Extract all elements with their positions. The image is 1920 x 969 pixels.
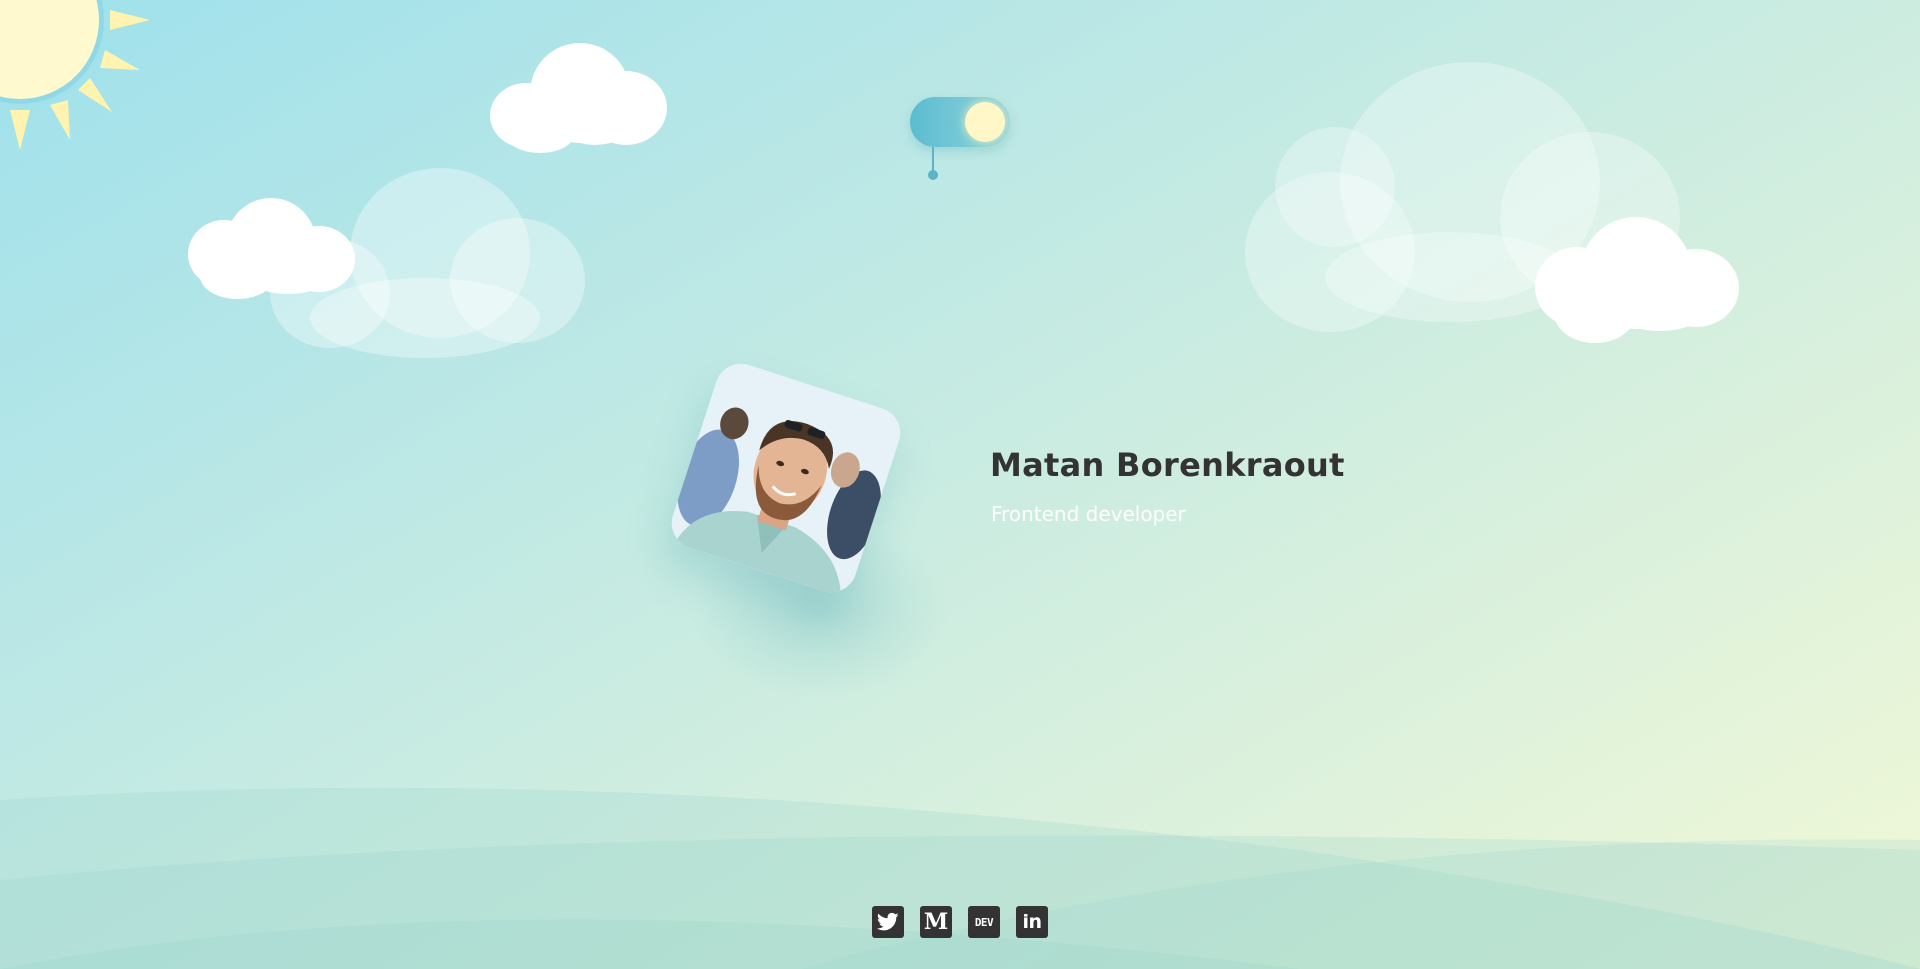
- linkedin-link[interactable]: in: [1016, 906, 1048, 938]
- profile-name: Matan Borenkraout: [990, 446, 1345, 484]
- dev-icon: DEV: [974, 915, 994, 929]
- sun-icon: [0, 0, 150, 150]
- social-links: M DEV in: [872, 906, 1048, 938]
- medium-link[interactable]: M: [920, 906, 952, 938]
- dev-link[interactable]: DEV: [968, 906, 1000, 938]
- cloud: [1535, 217, 1740, 345]
- linkedin-icon: in: [1022, 911, 1042, 933]
- sun-knob-icon: [965, 102, 1005, 142]
- twitter-link[interactable]: [872, 906, 904, 938]
- hills: [0, 787, 1920, 969]
- twitter-icon: [877, 912, 899, 931]
- sky-background: Matan Borenkraout Frontend developer M D…: [0, 0, 1920, 969]
- toggle-bead: [928, 170, 938, 180]
- profile-role: Frontend developer: [991, 502, 1186, 526]
- cloud: [490, 43, 670, 153]
- cloud: [188, 198, 358, 303]
- medium-icon: M: [923, 909, 949, 935]
- theme-toggle[interactable]: [910, 97, 1010, 147]
